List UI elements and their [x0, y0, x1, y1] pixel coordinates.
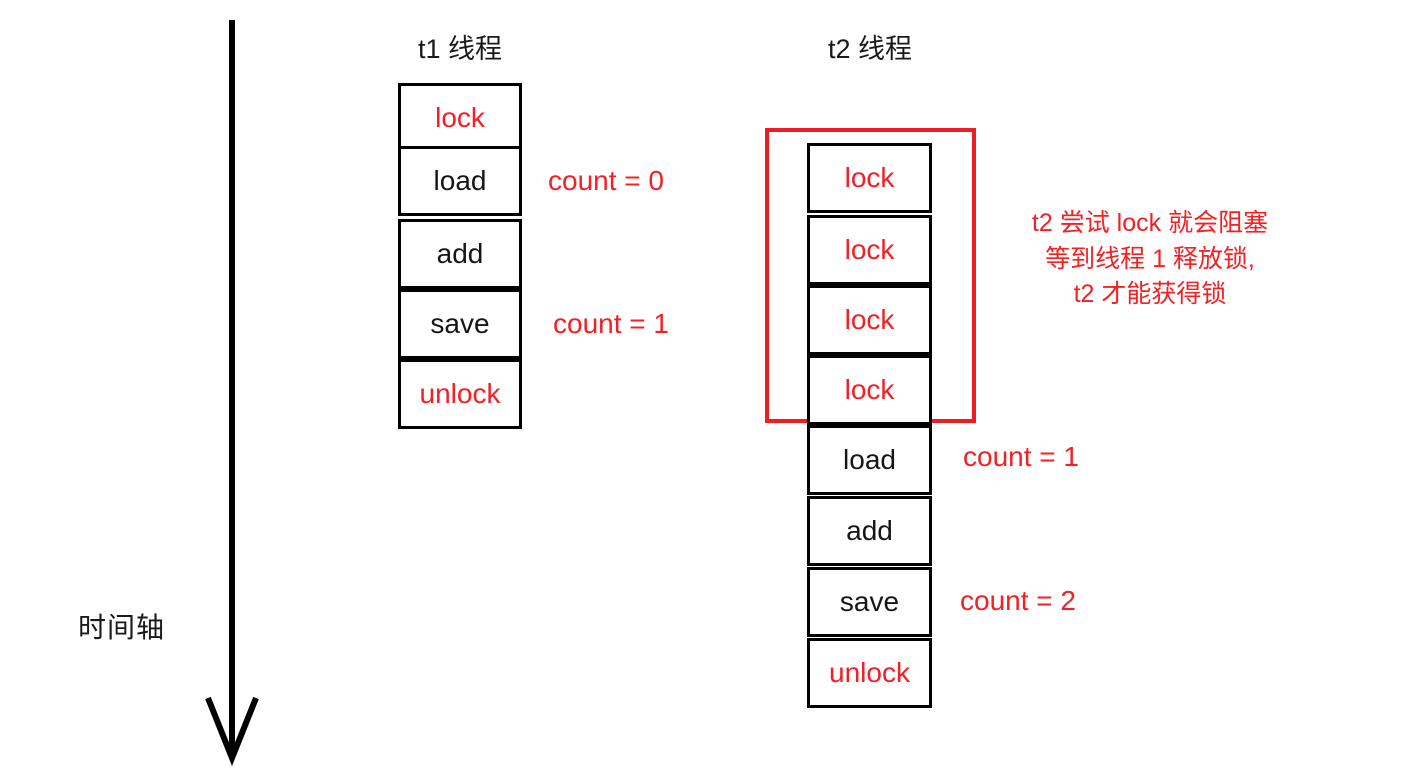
op-box-t2-add: add	[807, 496, 932, 566]
count-annotation-t2-load: count = 1	[963, 441, 1079, 472]
op-box-t2-save: save	[807, 567, 932, 637]
column-header-t1: t1 线程	[417, 34, 503, 64]
blocking-explanation-note: t2 尝试 lock 就会阻塞 等到线程 1 释放锁, t2 才能获得锁	[1031, 209, 1269, 308]
op-box-t1-lock: lock	[398, 83, 522, 153]
timeline-axis	[205, 20, 259, 767]
op-box-t2-lock-3: lock	[807, 285, 932, 355]
count-annotation-t1-save: count = 1	[553, 308, 669, 339]
count-annotation-t1-load: count = 0	[548, 165, 664, 196]
diagram-canvas: 时间轴 t1 线程 t2 线程 lock load add save unloc…	[0, 0, 1419, 780]
column-header-t2: t2 线程	[827, 34, 913, 64]
op-box-t1-unlock: unlock	[398, 359, 522, 429]
op-box-t2-unlock: unlock	[807, 638, 932, 708]
op-box-t2-lock-4: lock	[807, 355, 932, 425]
op-box-t2-lock-1: lock	[807, 143, 932, 213]
op-box-t2-load: load	[807, 425, 932, 495]
op-box-t1-add: add	[398, 219, 522, 289]
op-box-t1-save: save	[398, 289, 522, 359]
count-annotation-t2-save: count = 2	[960, 585, 1076, 616]
op-box-t2-lock-2: lock	[807, 215, 932, 285]
timeline-label: 时间轴	[78, 612, 166, 643]
op-box-t1-load: load	[398, 146, 522, 216]
